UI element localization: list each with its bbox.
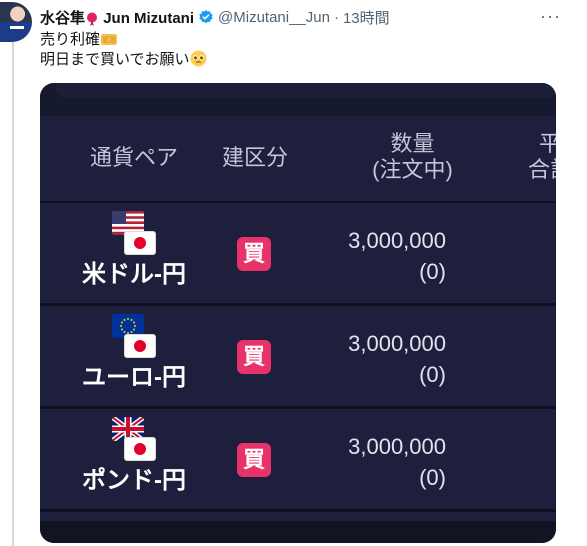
table-header: 通貨ペア 建区分 数量 (注文中) 平 合計 [40, 116, 556, 203]
pair-label: ユーロ-円 [82, 364, 186, 391]
tweet-header: 水谷隼 Jun Mizutani @Mizutani__Jun · 13時間 [40, 6, 557, 28]
pair-cell: 米ドル-円 [54, 211, 214, 289]
display-name[interactable]: 水谷隼 Jun Mizutani [40, 7, 194, 28]
header-avg: 平 合計 [527, 131, 556, 182]
side-badge: 買 [237, 340, 271, 374]
more-options-button[interactable]: ··· [540, 6, 561, 27]
tweet-line-2: 明日まで買いでお願い [40, 50, 207, 70]
pair-label: ポンド-円 [82, 467, 186, 494]
qty-cell: 3,000,000 (0) [348, 331, 446, 387]
thread-line [12, 40, 14, 546]
pair-label: 米ドル-円 [82, 261, 186, 288]
jp-flag-icon [124, 334, 156, 358]
qty-cell: 3,000,000 (0) [348, 228, 446, 284]
image-top-strip [40, 83, 556, 116]
tweet-text: 売り利確 明日まで買いでお願い [40, 30, 207, 70]
table-row: 米ドル-円 買 3,000,000 (0) [40, 203, 556, 306]
verified-badge-icon [199, 10, 213, 24]
jp-flag-icon [124, 437, 156, 461]
side-badge: 買 [237, 237, 271, 271]
tweet-image[interactable]: 通貨ペア 建区分 数量 (注文中) 平 合計 米ドル-円 買 3,000,000 [40, 83, 556, 543]
user-handle[interactable]: @Mizutani__Jun [218, 9, 330, 26]
pair-cell: ユーロ-円 [54, 314, 214, 392]
header-qty: 数量 (注文中) [372, 131, 453, 182]
separator-dot: · [333, 8, 339, 26]
money-bag-icon [101, 34, 118, 45]
header-side: 建区分 [221, 145, 288, 170]
jp-flag-icon [124, 231, 156, 255]
red-pin-icon [87, 12, 98, 26]
pleading-face-icon [190, 50, 207, 67]
image-bottom-strip [40, 521, 556, 543]
table-row: ユーロ-円 買 3,000,000 (0) [40, 306, 556, 409]
side-badge: 買 [237, 443, 271, 477]
qty-cell: 3,000,000 (0) [348, 434, 446, 490]
timestamp[interactable]: 13時間 [343, 7, 390, 28]
positions-table: 通貨ペア 建区分 数量 (注文中) 平 合計 米ドル-円 買 3,000,000 [40, 116, 556, 521]
pair-cell: ポンド-円 [54, 417, 214, 495]
tweet-line-1: 売り利確 [40, 30, 207, 50]
header-pair: 通貨ペア [89, 145, 178, 170]
avatar[interactable] [0, 2, 32, 42]
table-row: ポンド-円 買 3,000,000 (0) [40, 409, 556, 512]
